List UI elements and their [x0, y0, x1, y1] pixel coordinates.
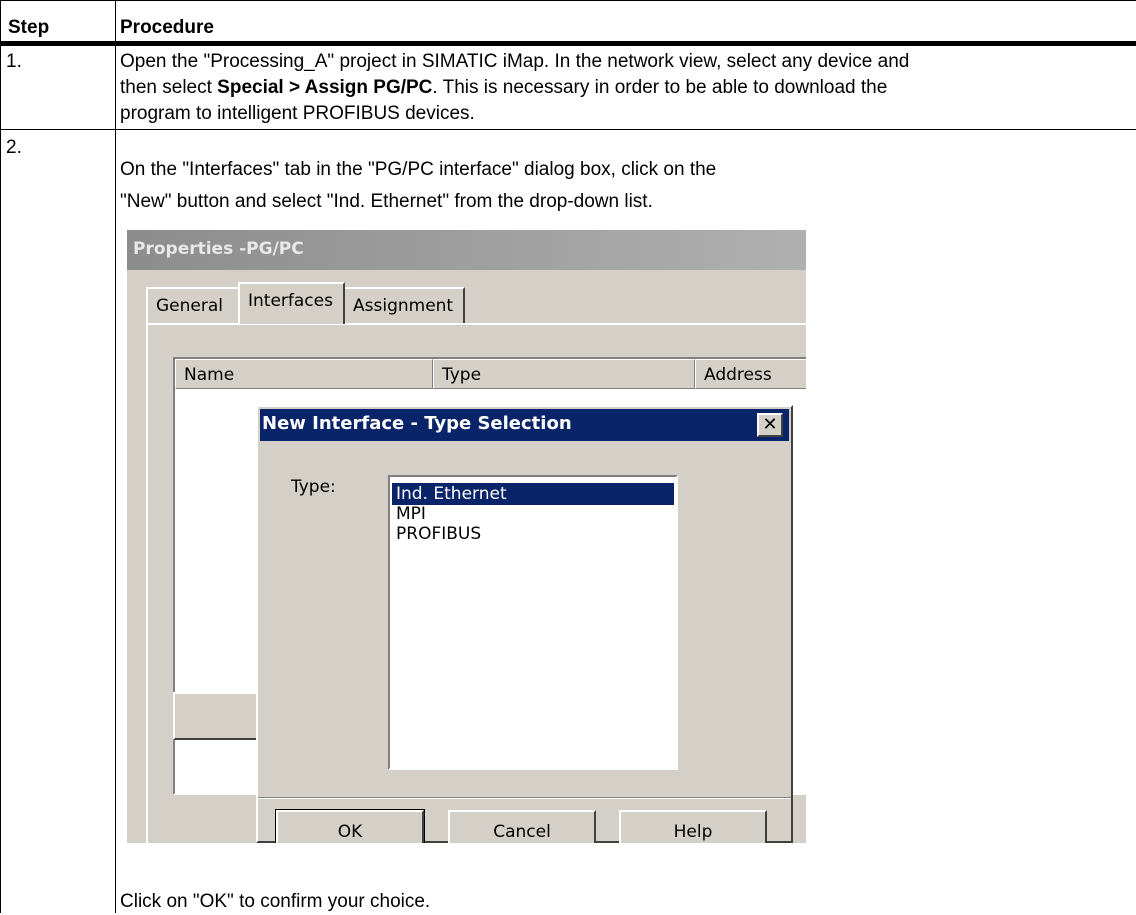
row1-line2-post: . This is necessary in order to be able … [432, 77, 888, 98]
row2-footer: Click on "OK" to confirm your choice. [120, 891, 431, 912]
row2-line2: "New" button and select "Ind. Ethernet" … [120, 191, 653, 212]
tab-interfaces[interactable]: Interfaces [238, 282, 345, 324]
row2-line1: On the "Interfaces" tab in the "PG/PC in… [120, 159, 717, 180]
row1-line2: then select Special > Assign PG/PC. This… [120, 75, 887, 101]
row1-line1: Open the "Processing_A" project in SIMAT… [120, 51, 910, 72]
ok-button[interactable]: OK [275, 809, 425, 843]
tab-assignment-label: Assignment [353, 296, 454, 316]
window-title: Properties -PG/PC [133, 239, 304, 259]
cancel-button[interactable]: Cancel [448, 810, 596, 843]
dialog-titlebar: New Interface - Type Selection ✕ [260, 409, 789, 441]
column-type-label: Type [442, 365, 482, 385]
tab-assignment[interactable]: Assignment [343, 287, 465, 323]
row2-step: 2. [6, 137, 22, 158]
tab-general-label: General [156, 296, 223, 316]
table-border-top [0, 0, 1136, 1]
menu-path: Special > Assign PG/PC [217, 77, 433, 98]
tab-interfaces-label: Interfaces [248, 291, 333, 311]
dialog-separator [258, 797, 791, 799]
column-header-name[interactable]: Name [175, 359, 433, 389]
header-procedure: Procedure [120, 17, 214, 38]
header-rule [0, 41, 1136, 46]
new-interface-dialog: New Interface - Type Selection ✕ Type: I… [256, 405, 793, 843]
properties-window-screenshot: Properties -PG/PC General Interfaces Ass… [127, 230, 806, 843]
table-border-left [0, 0, 1, 913]
column-divider [115, 0, 116, 913]
new-button[interactable]: N [173, 692, 268, 740]
option-ind-ethernet[interactable]: Ind. Ethernet [392, 483, 674, 505]
document-page: Step Procedure 1. Open the "Processing_A… [0, 0, 1136, 913]
column-address-label: Address [704, 365, 772, 385]
type-label: Type: [291, 477, 336, 497]
row1-line3: program to intelligent PROFIBUS devices. [120, 103, 475, 124]
column-name-label: Name [184, 365, 235, 385]
row1-step: 1. [6, 51, 22, 72]
dialog-title: New Interface - Type Selection [262, 413, 572, 434]
close-icon[interactable]: ✕ [757, 413, 783, 437]
row-divider [0, 129, 1136, 130]
column-header-type[interactable]: Type [433, 359, 695, 389]
column-header-address[interactable]: Address [695, 359, 806, 389]
type-listbox[interactable]: Ind. Ethernet MPI PROFIBUS [388, 475, 678, 770]
window-titlebar: Properties -PG/PC [127, 230, 806, 270]
tab-general[interactable]: General [146, 287, 240, 323]
option-mpi[interactable]: MPI [392, 503, 674, 525]
header-step: Step [8, 17, 50, 38]
row1-line2-pre: then select [120, 77, 218, 98]
help-button[interactable]: Help [619, 810, 767, 843]
option-profibus[interactable]: PROFIBUS [392, 523, 674, 545]
